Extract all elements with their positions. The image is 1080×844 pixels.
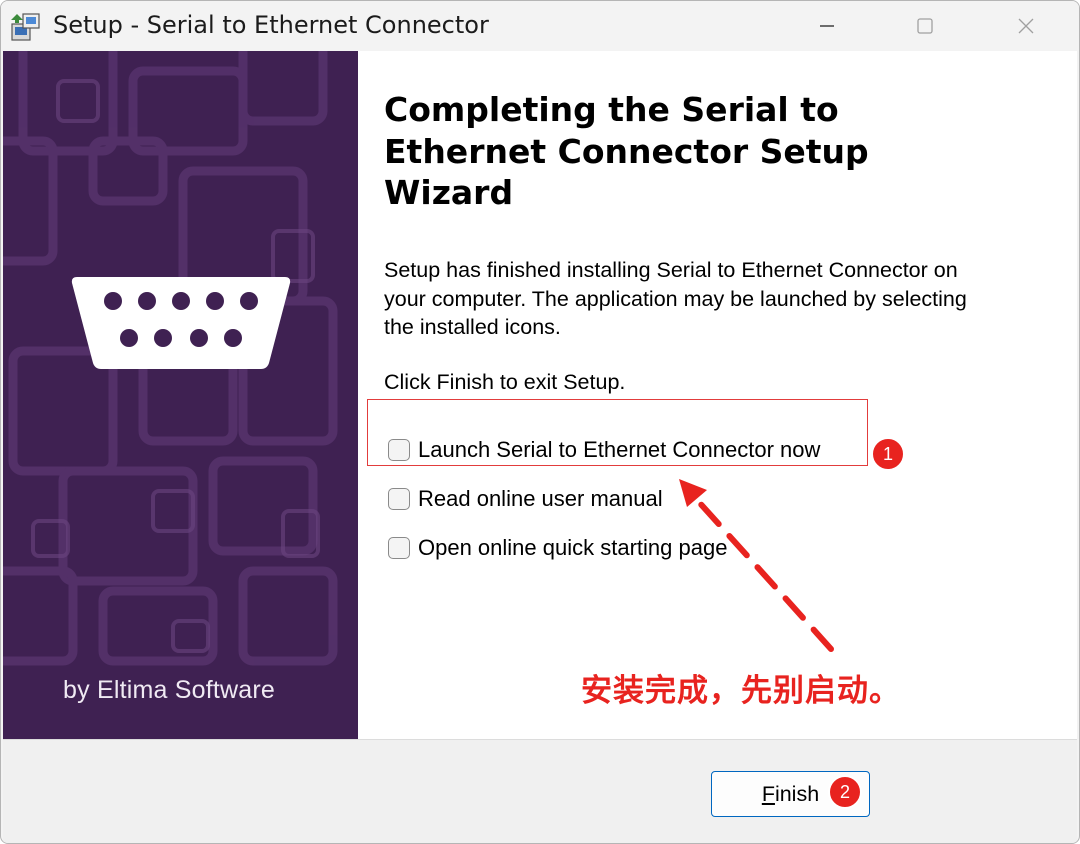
setup-window: Setup - Serial to Ethernet Connector by … xyxy=(0,0,1080,844)
annotation-arrow xyxy=(679,479,834,652)
annotation-note: 安装完成，先别启动。 xyxy=(581,673,901,709)
